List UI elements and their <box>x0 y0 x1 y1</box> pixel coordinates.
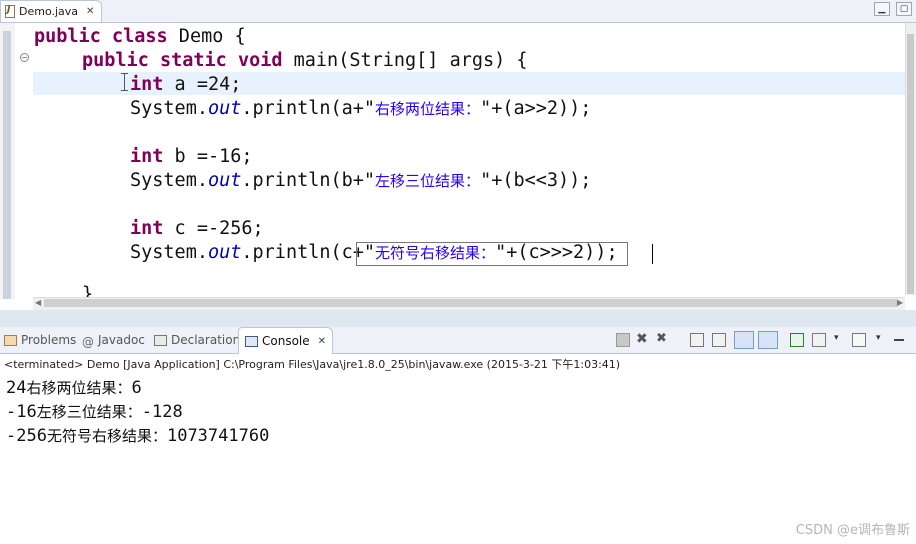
code-line-1: public class Demo { <box>34 26 246 47</box>
chevron-down-icon[interactable]: ▾ <box>834 333 848 347</box>
show-on-stdout-icon[interactable] <box>734 331 754 349</box>
text-caret <box>652 244 653 264</box>
views-tab-bar: Problems @ Javadoc Declaration Console ✕… <box>0 327 916 354</box>
code-line-2: public static void main(String[] args) { <box>82 50 528 71</box>
editor-tab-label: Demo.java <box>19 5 79 18</box>
watermark-text: CSDN @e调布鲁斯 <box>795 523 910 538</box>
scroll-left-arrow-icon[interactable]: ◀ <box>35 297 43 309</box>
horizontal-scroll-thumb[interactable] <box>44 299 898 307</box>
view-menu-icon[interactable]: ▾ <box>876 333 890 347</box>
problems-icon <box>4 334 17 346</box>
remove-all-icon[interactable]: ✖ <box>656 332 670 346</box>
editor-tab-demo-java[interactable]: Demo.java ✕ <box>0 0 102 22</box>
code-line-3: int a =24; <box>130 74 242 95</box>
tab-problems[interactable]: Problems <box>4 327 76 353</box>
scroll-lock-icon[interactable] <box>712 333 726 347</box>
open-console-icon[interactable] <box>852 333 866 347</box>
terminate-icon[interactable] <box>616 333 630 347</box>
quick-diff-bar <box>3 31 11 299</box>
console-output-line: -16左移三位结果：-128 <box>6 402 183 422</box>
code-line-9: int c =-256; <box>130 218 264 239</box>
tab-declaration[interactable]: Declaration <box>154 327 240 353</box>
remove-launch-icon[interactable]: ✖ <box>636 332 650 346</box>
minimize-button[interactable]: ▁ <box>874 2 890 16</box>
tab-javadoc[interactable]: @ Javadoc <box>82 327 145 353</box>
console-status-header: <terminated> Demo [Java Application] C:\… <box>4 358 621 371</box>
editor-tab-bar: Demo.java ✕ ▁ ▢ <box>0 0 916 23</box>
code-line-6: int b =-16; <box>130 146 253 167</box>
clear-console-icon[interactable] <box>690 333 704 347</box>
code-editor[interactable]: − public class Demo { public static void… <box>0 23 916 299</box>
code-line-11: } <box>82 284 94 297</box>
console-icon <box>245 335 258 347</box>
code-line-4: System.out.println(a+"右移两位结果："+(a>>2)); <box>130 98 592 119</box>
close-icon[interactable]: ✕ <box>86 6 94 17</box>
bracket-match-highlight <box>356 242 628 266</box>
code-line-7: System.out.println(b+"左移三位结果："+(b<<3)); <box>130 170 592 191</box>
java-file-icon <box>5 5 15 18</box>
maximize-button[interactable]: ▢ <box>896 2 912 16</box>
tab-console[interactable]: Console ✕ <box>238 327 334 354</box>
console-output-line: 24右移两位结果：6 <box>6 378 142 398</box>
display-console-icon[interactable] <box>812 333 826 347</box>
ibeam-cursor-icon <box>121 73 128 91</box>
show-on-stderr-icon[interactable] <box>758 331 778 349</box>
vertical-scroll-thumb[interactable] <box>907 34 914 294</box>
console-output-line: -256无符号右移结果：1073741760 <box>6 426 270 446</box>
scroll-right-arrow-icon[interactable]: ▶ <box>897 297 905 309</box>
editor-window-controls: ▁ ▢ <box>874 2 912 16</box>
minimize-icon[interactable] <box>894 333 904 341</box>
close-icon[interactable]: ✕ <box>318 336 326 347</box>
panel-sash[interactable] <box>0 310 916 327</box>
fold-collapse-icon[interactable]: − <box>20 53 29 62</box>
pin-console-icon[interactable] <box>790 333 804 347</box>
at-sign-icon: @ <box>82 334 94 349</box>
declaration-icon <box>154 334 167 346</box>
